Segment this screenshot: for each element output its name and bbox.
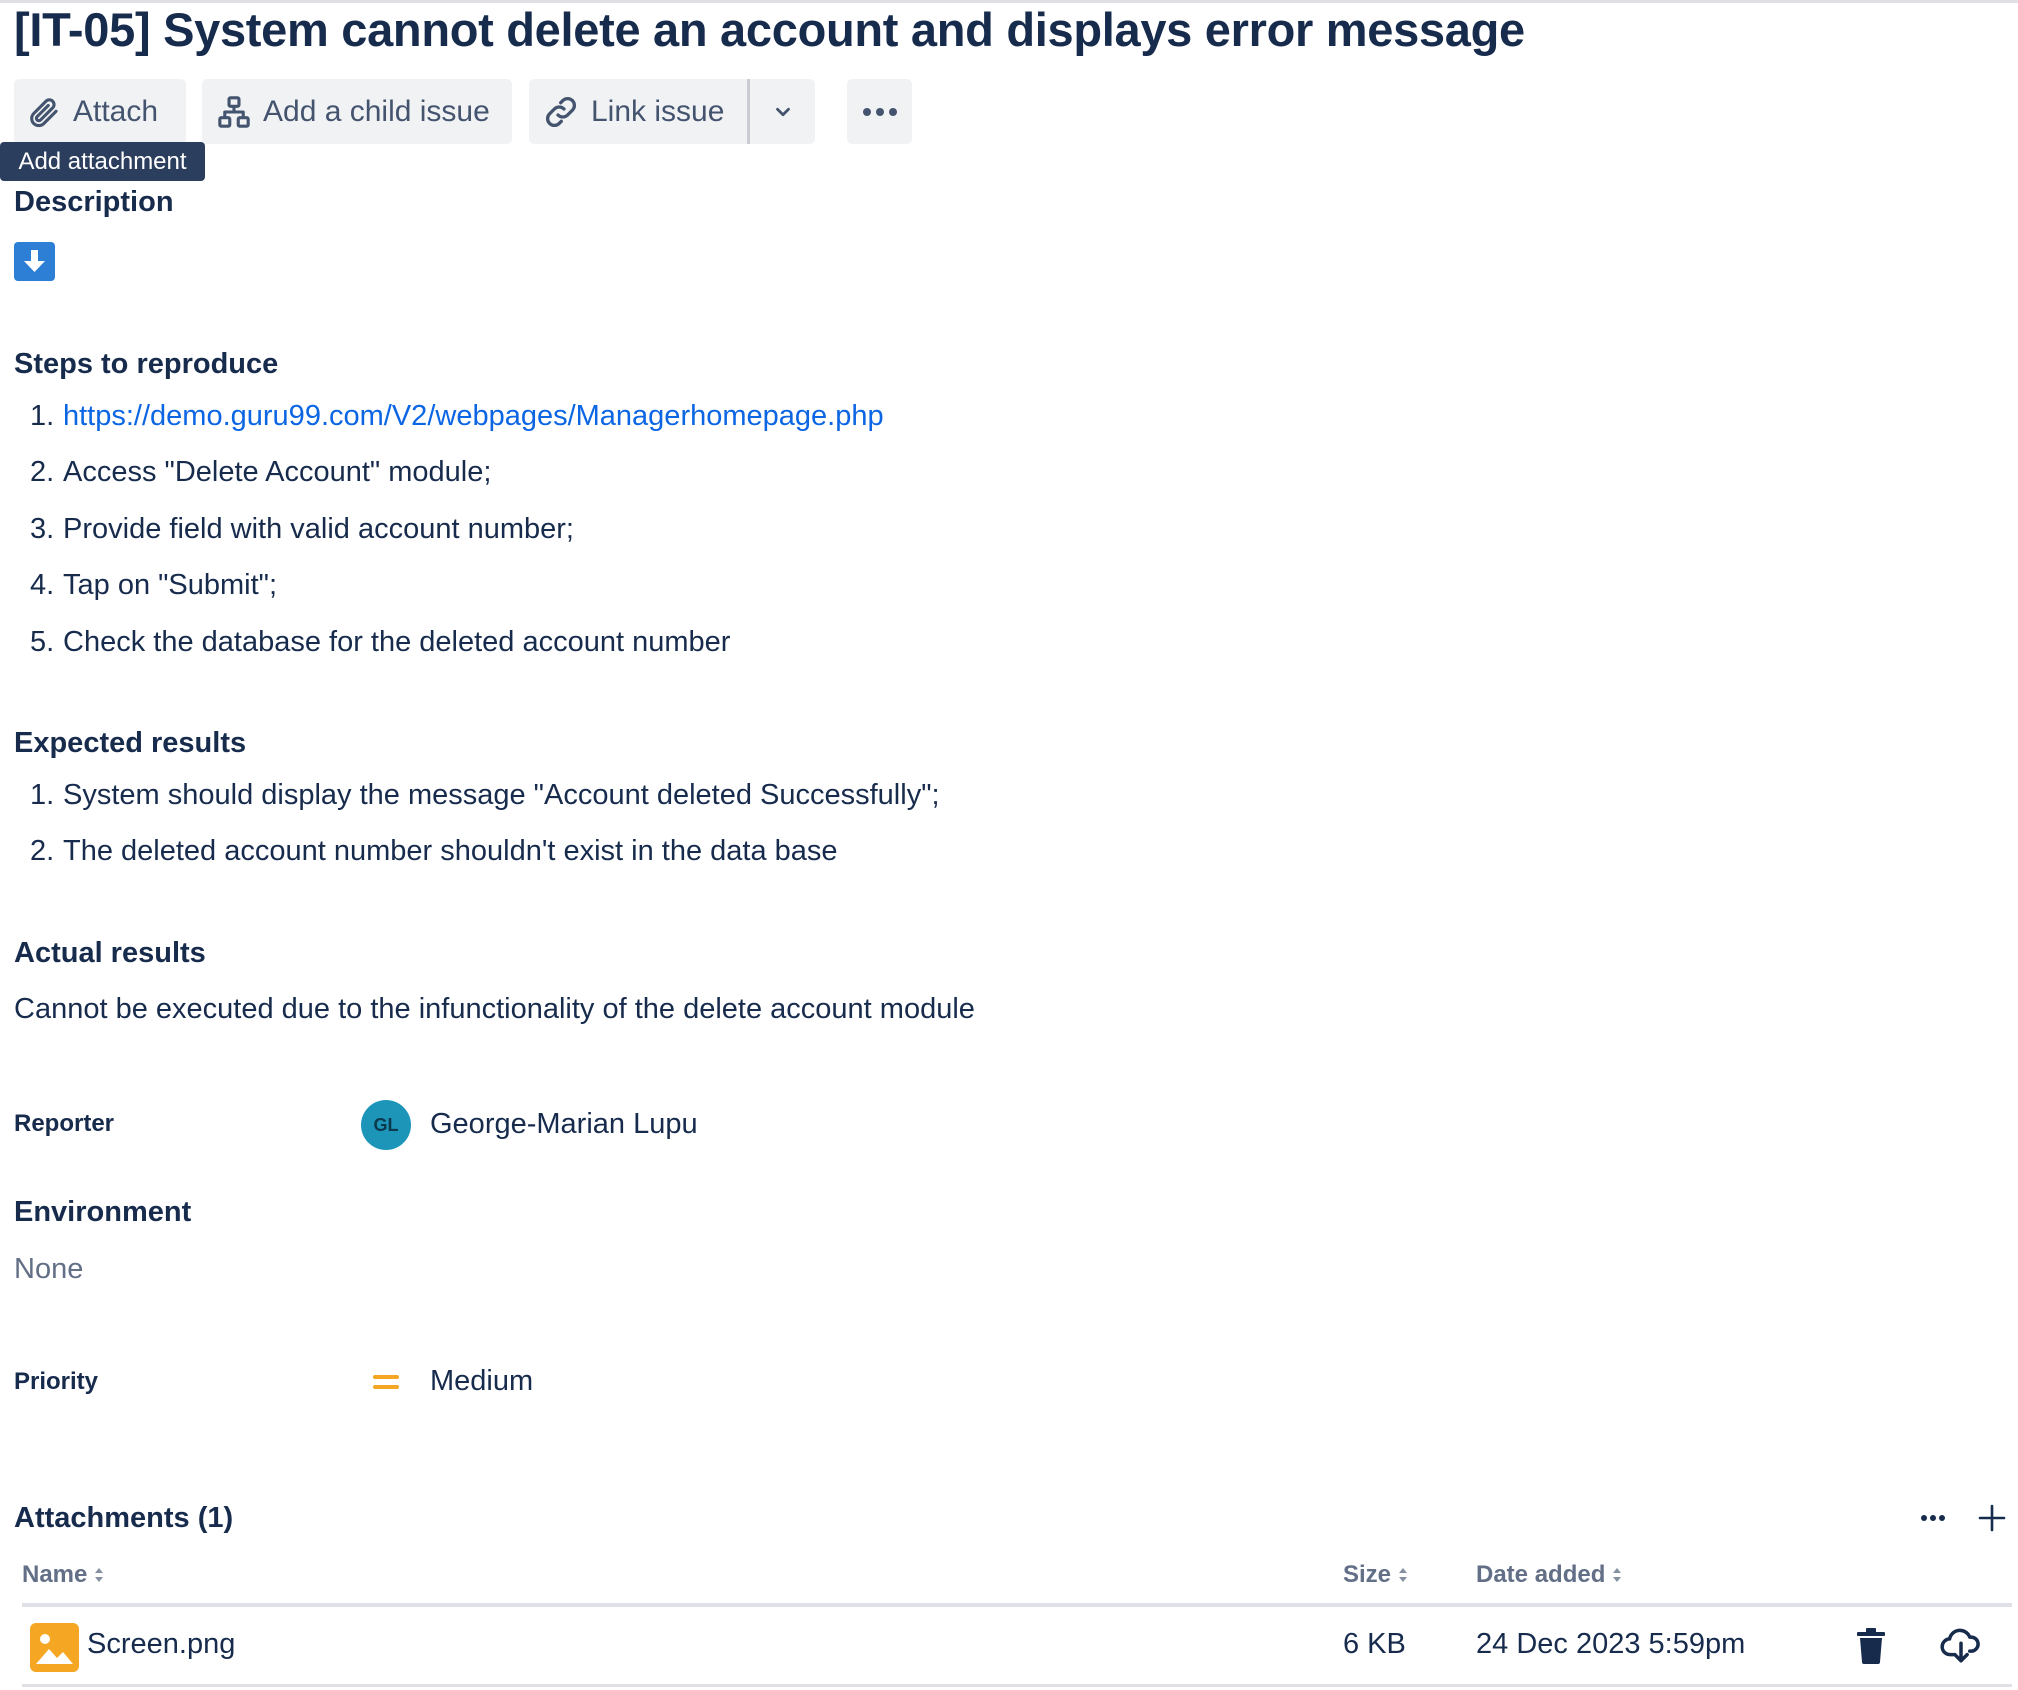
link-icon [546, 96, 576, 127]
expected-item: 2. The deleted account number shouldn't e… [30, 835, 838, 867]
link-issue-button[interactable]: Link issue [529, 79, 747, 144]
trash-icon[interactable] [1855, 1628, 1887, 1664]
attachment-size: 6 KB [1343, 1628, 1406, 1660]
description-heading: Description [14, 186, 174, 218]
cloud-download-icon[interactable] [1940, 1624, 1982, 1666]
table-header-divider [22, 1603, 2012, 1607]
column-date-added[interactable]: Date added [1476, 1561, 1623, 1589]
step-item: 1. https://demo.guru99.com/V2/webpages/Ma… [30, 400, 884, 432]
priority-medium-icon [373, 1375, 399, 1389]
sort-icon [1613, 1568, 1622, 1582]
priority-label: Priority [14, 1368, 99, 1395]
avatar[interactable]: GL [361, 1100, 411, 1150]
reporter-name[interactable]: George-Marian Lupu [430, 1108, 698, 1141]
hierarchy-icon [218, 95, 250, 128]
column-size[interactable]: Size [1343, 1561, 1409, 1589]
actual-text: Cannot be executed due to the infunction… [14, 993, 975, 1025]
plus-icon[interactable] [1977, 1503, 2007, 1533]
column-name[interactable]: Name [22, 1561, 105, 1589]
add-child-issue-button[interactable]: Add a child issue [202, 79, 512, 144]
image-file-icon [30, 1623, 79, 1672]
priority-value[interactable]: Medium [430, 1365, 533, 1398]
chevron-down-icon [775, 107, 790, 116]
reporter-label: Reporter [14, 1110, 115, 1137]
expected-item: 1. System should display the message "Acc… [30, 779, 940, 811]
step-item: 4. Tap on "Submit"; [30, 569, 278, 601]
paperclip-icon [30, 97, 58, 127]
actual-heading: Actual results [14, 937, 206, 969]
add-child-issue-label: Add a child issue [263, 94, 490, 128]
sort-icon [1399, 1568, 1408, 1582]
step-item: 2. Access "Delete Account" module; [30, 456, 492, 488]
step-link[interactable]: https://demo.guru99.com/V2/webpages/Mana… [63, 400, 884, 432]
table-row-divider [22, 1684, 2012, 1687]
attachment-date: 24 Dec 2023 5:59pm [1476, 1628, 1746, 1660]
attachment-name[interactable]: Screen.png [87, 1628, 235, 1661]
attachments-heading: Attachments (1) [14, 1502, 234, 1534]
environment-value[interactable]: None [14, 1253, 83, 1286]
attach-button[interactable]: Attach [14, 79, 186, 144]
step-item: 5. Check the database for the deleted acc… [30, 626, 731, 658]
more-actions-button[interactable] [847, 79, 912, 144]
expected-heading: Expected results [14, 727, 247, 759]
download-arrow-icon [14, 242, 55, 281]
steps-heading: Steps to reproduce [14, 348, 279, 380]
issue-title[interactable]: [IT-05] System cannot delete an account … [14, 2, 1525, 57]
more-icon[interactable] [1918, 1510, 1948, 1526]
attach-label: Attach [73, 94, 159, 128]
environment-label: Environment [14, 1196, 192, 1228]
attach-tooltip: Add attachment [0, 142, 205, 181]
sort-icon [95, 1568, 104, 1582]
step-item: 3. Provide field with valid account numbe… [30, 513, 574, 545]
more-icon [862, 107, 897, 116]
link-issue-label: Link issue [591, 94, 725, 128]
link-issue-dropdown-button[interactable] [750, 79, 815, 144]
